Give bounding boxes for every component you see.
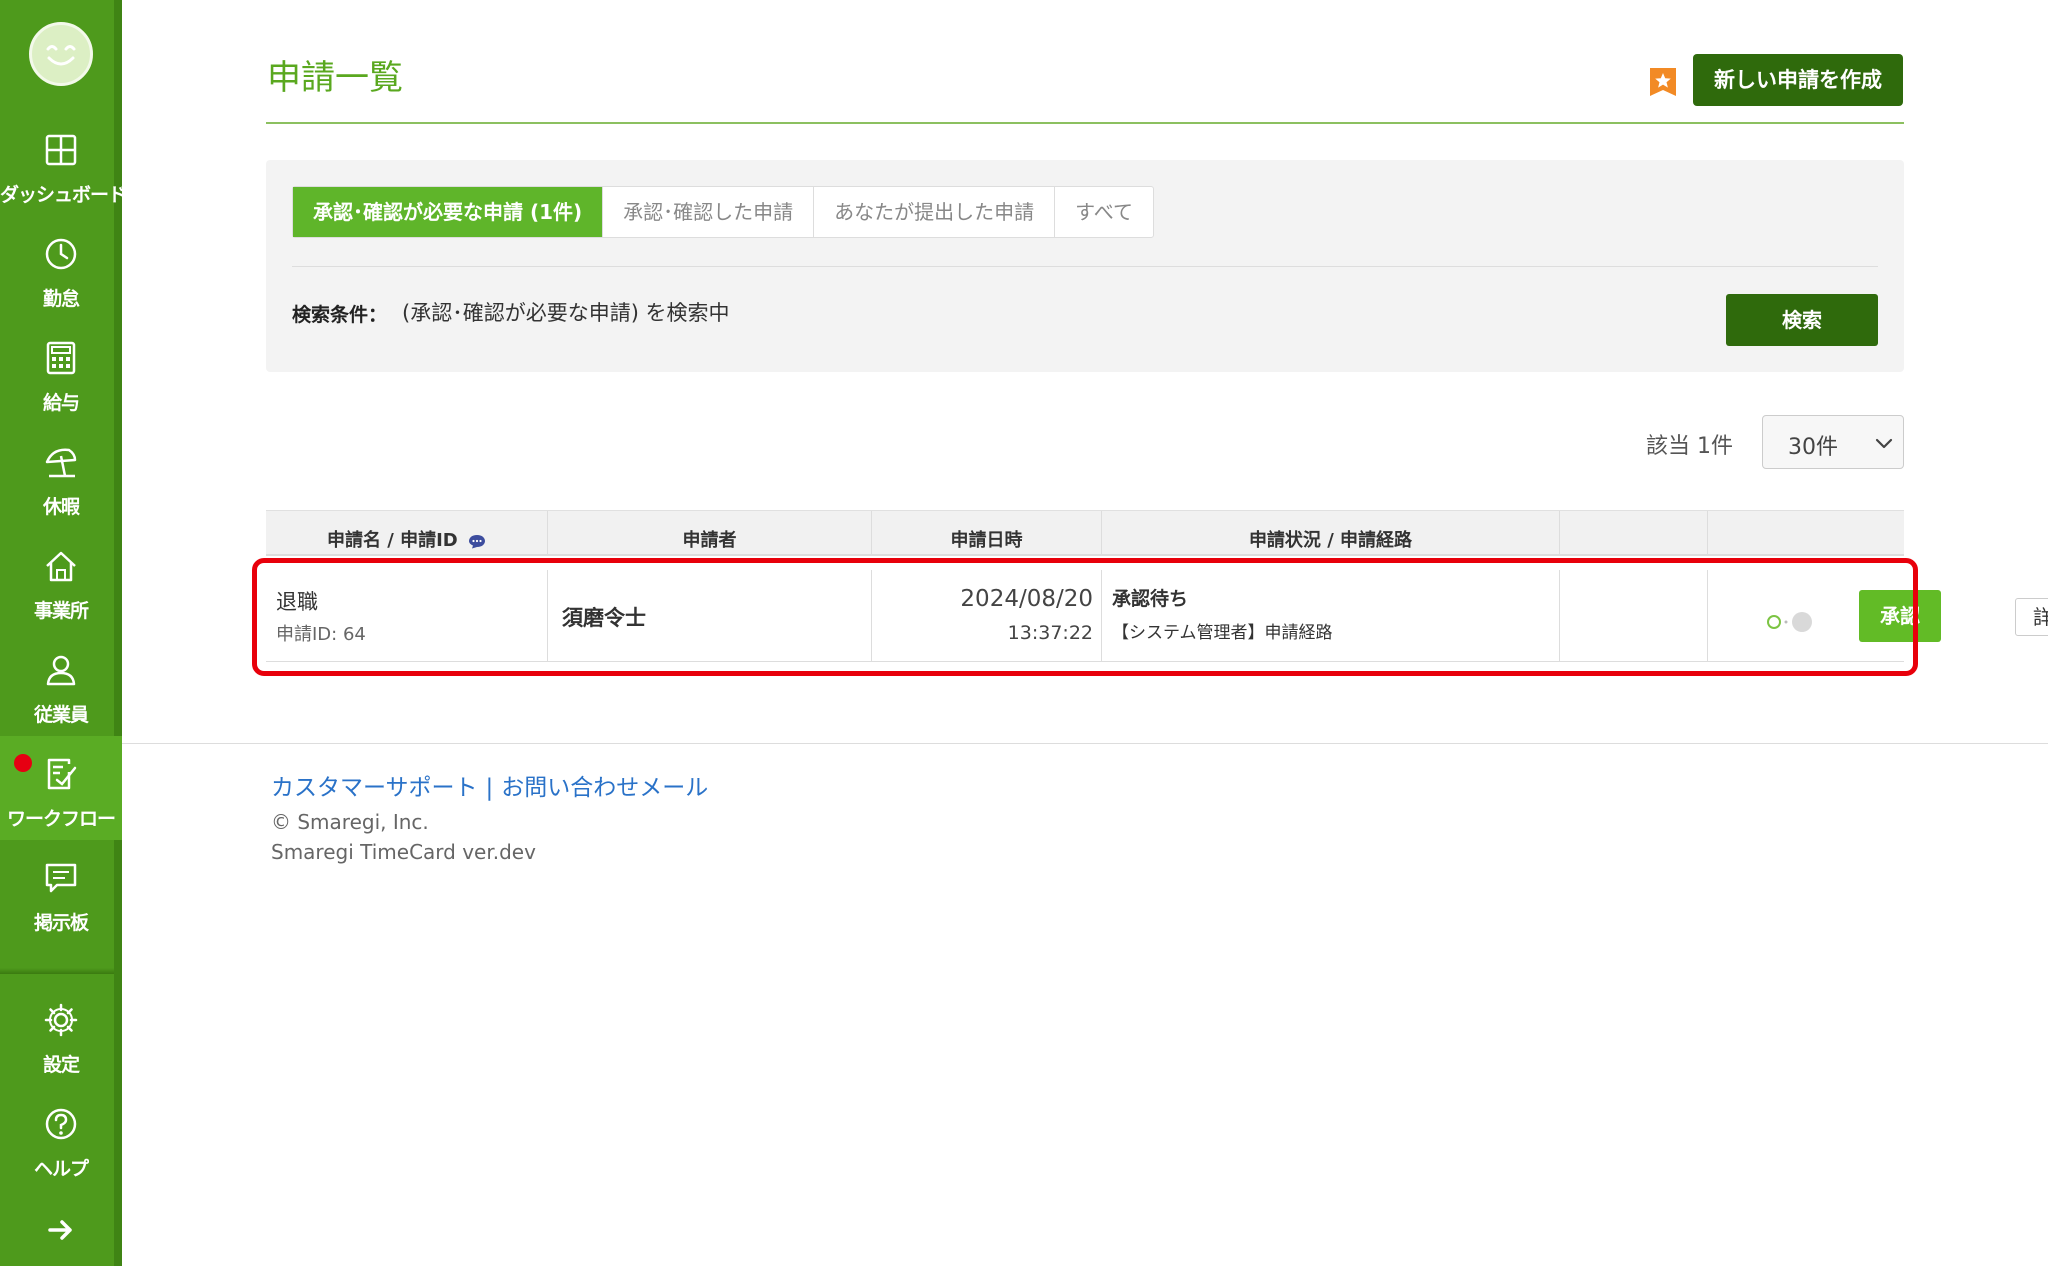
- per-page-value: 30件: [1788, 435, 1838, 460]
- chevron-down-icon: [1875, 438, 1893, 449]
- tab-all[interactable]: すべて: [1055, 187, 1153, 237]
- app-version: Smaregi TimeCard ver.dev: [271, 840, 536, 864]
- sidebar-item-label: 給与: [42, 392, 80, 414]
- footer-separator: |: [485, 775, 494, 801]
- sidebar-item-message-board[interactable]: 掲示板: [0, 840, 122, 944]
- column-header-menu: [1708, 511, 1904, 555]
- sidebar-divider: [0, 968, 114, 974]
- sidebar-item-payroll[interactable]: 給与: [0, 320, 122, 424]
- page-title: 申請一覧: [267, 58, 403, 98]
- notification-badge: [14, 754, 32, 772]
- sidebar-item-office[interactable]: 事業所: [0, 528, 122, 632]
- sidebar-item-attendance[interactable]: 勤怠: [0, 216, 122, 320]
- create-request-button[interactable]: 新しい申請を作成: [1693, 54, 1903, 106]
- sidebar-item-label: 掲示板: [33, 912, 89, 934]
- column-header-name: 申請名 / 申請ID: [266, 511, 548, 555]
- filter-tabs: 承認･確認が必要な申請 (1件) 承認･確認した申請 あなたが提出した申請 すべ…: [292, 186, 1154, 238]
- footer-divider: [122, 743, 2048, 744]
- filter-panel: 承認･確認が必要な申請 (1件) 承認･確認した申請 あなたが提出した申請 すべ…: [266, 160, 1904, 372]
- table-header: 申請名 / 申請ID 申請者 申請日時 申請状況 / 申請経路: [266, 510, 1904, 556]
- smile-logo-icon: [46, 45, 76, 66]
- gear-icon: [44, 1003, 78, 1037]
- sidebar-item-label: 設定: [42, 1054, 80, 1076]
- column-header-applicant: 申請者: [548, 511, 872, 555]
- tab-approved[interactable]: 承認･確認した申請: [603, 187, 815, 237]
- beach-umbrella-icon: [45, 448, 77, 478]
- clock-icon: [45, 238, 77, 270]
- dashboard-icon: [45, 134, 77, 166]
- tab-submitted[interactable]: あなたが提出した申請: [814, 187, 1056, 237]
- title-divider: [266, 122, 1904, 124]
- sidebar-item-label: 従業員: [33, 704, 89, 726]
- result-count: 該当 1件: [1646, 434, 1733, 459]
- column-header-status: 申請状況 / 申請経路: [1102, 511, 1560, 555]
- sidebar-item-label: ダッシュボード: [0, 184, 127, 206]
- sidebar-item-settings[interactable]: 設定: [0, 982, 122, 1086]
- row-highlight-frame: [252, 558, 1918, 676]
- sidebar-item-label: ヘルプ: [33, 1158, 89, 1180]
- sidebar-item-workflow[interactable]: ワークフロー: [0, 736, 122, 840]
- sidebar-item-help[interactable]: ヘルプ: [0, 1086, 122, 1190]
- column-header-label: 申請名 / 申請ID: [326, 530, 458, 551]
- column-header-action: [1560, 511, 1708, 555]
- message-board-icon: [45, 863, 77, 893]
- sidebar-item-leave[interactable]: 休暇: [0, 424, 122, 528]
- sidebar-item-label: ワークフロー: [6, 808, 116, 830]
- home-icon: [46, 551, 76, 582]
- column-header-date: 申請日時: [872, 511, 1102, 555]
- contact-mail-link[interactable]: お問い合わせメール: [501, 775, 708, 801]
- customer-support-link[interactable]: カスタマーサポート: [271, 775, 478, 801]
- copyright: © Smaregi, Inc.: [271, 810, 429, 834]
- sidebar-item-employees[interactable]: 従業員: [0, 632, 122, 736]
- person-icon: [46, 655, 76, 686]
- search-condition-label: 検索条件：: [292, 304, 388, 326]
- workflow-icon: [47, 758, 77, 790]
- sidebar-item-label: 事業所: [33, 600, 89, 622]
- footer-links: カスタマーサポート | お問い合わせメール: [271, 768, 708, 802]
- per-page-select[interactable]: 30件: [1762, 415, 1904, 469]
- arrow-right-icon[interactable]: [44, 1216, 78, 1244]
- sidebar-item-label: 休暇: [42, 496, 80, 518]
- sidebar: ダッシュボード 勤怠 給与 休暇 事業所 従業員 ワークフロー 掲示板 設定 ヘ…: [0, 0, 127, 1266]
- detail-button[interactable]: 詳細: [2015, 598, 2048, 636]
- tab-needs-approval[interactable]: 承認･確認が必要な申請 (1件): [293, 187, 604, 237]
- sidebar-item-label: 勤怠: [42, 288, 80, 310]
- app-logo[interactable]: [29, 22, 93, 86]
- comment-icon: [469, 534, 486, 548]
- search-button[interactable]: 検索: [1726, 294, 1878, 346]
- sidebar-item-dashboard[interactable]: ダッシュボード: [0, 112, 127, 216]
- star-icon[interactable]: [1650, 68, 1676, 96]
- search-condition-text: (承認･確認が必要な申請) を検索中: [402, 301, 730, 325]
- help-icon: [45, 1108, 77, 1140]
- panel-divider: [292, 266, 1878, 267]
- calculator-icon: [46, 341, 76, 375]
